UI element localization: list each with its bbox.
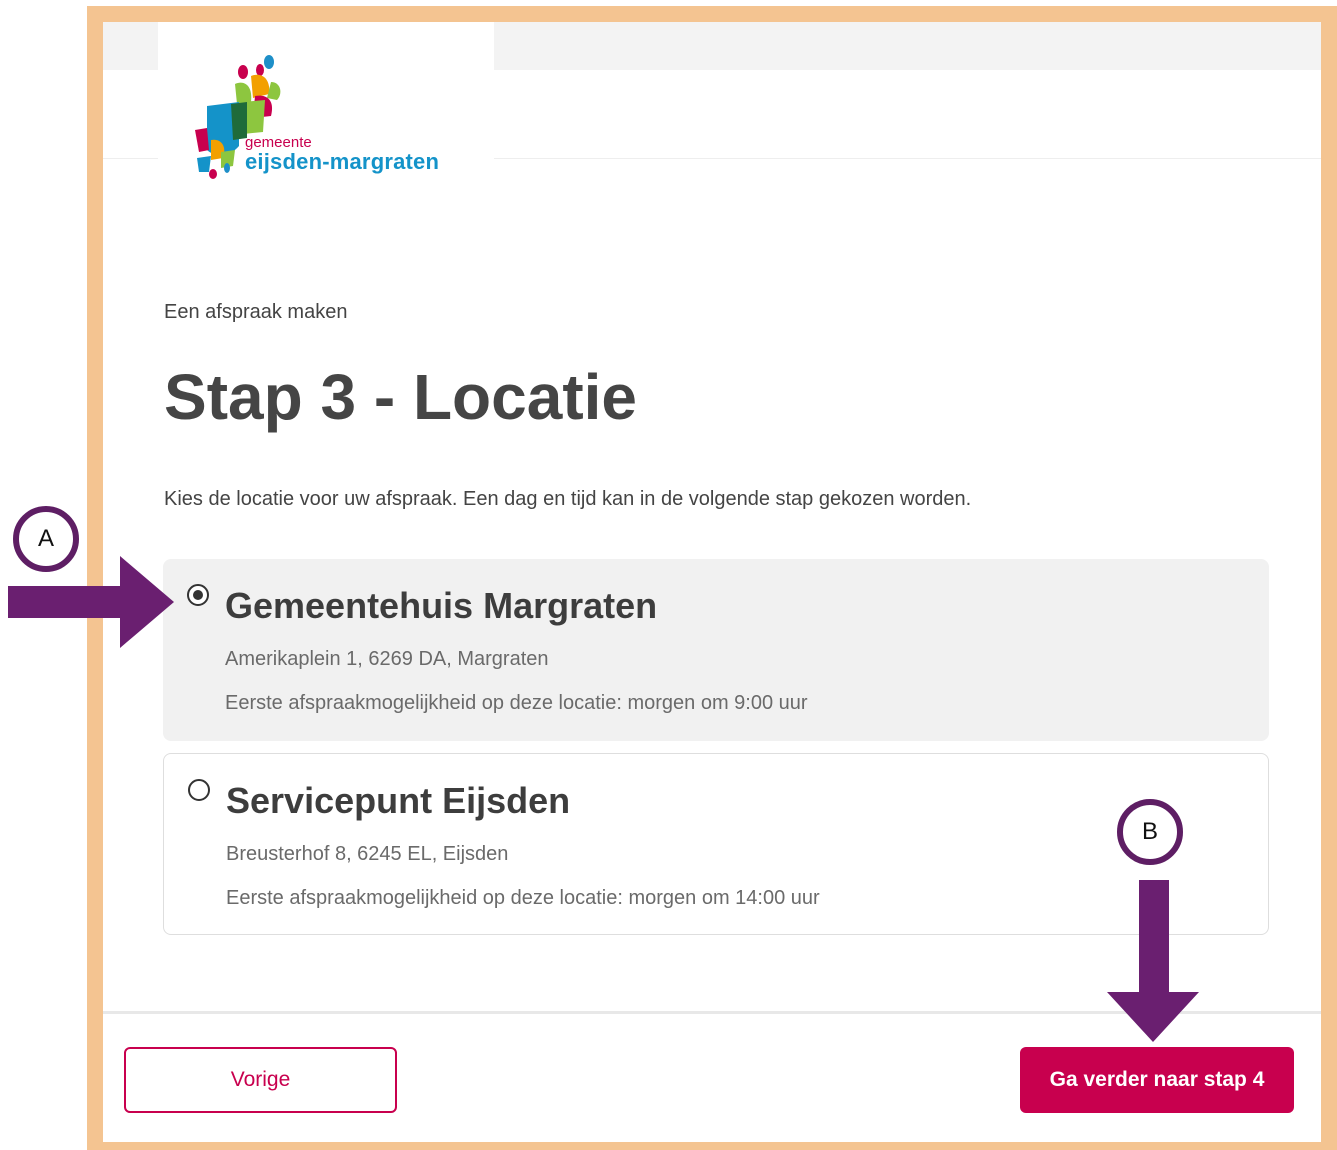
annotation-b-label: B [1141, 818, 1158, 845]
previous-button[interactable]: Vorige [124, 1047, 397, 1113]
arrow-down-icon [1107, 880, 1199, 1042]
radio-dot [193, 590, 203, 600]
location-address: Breusterhof 8, 6245 EL, Eijsden [226, 843, 509, 865]
location-name: Gemeentehuis Margraten [225, 585, 658, 626]
next-step-button[interactable]: Ga verder naar stap 4 [1020, 1047, 1294, 1113]
page-title: Stap 3 - Locatie [164, 361, 637, 433]
annotation-a-label: A [37, 525, 54, 552]
intro-text: Kies de locatie voor uw afspraak. Een da… [164, 488, 972, 510]
location-address: Amerikaplein 1, 6269 DA, Margraten [225, 648, 549, 670]
arrow-right-icon [8, 556, 174, 648]
annotation-b-circle: B [1117, 799, 1183, 865]
radio-button-selected[interactable] [187, 584, 209, 606]
radio-button[interactable] [188, 779, 210, 801]
location-option-margraten[interactable]: Gemeentehuis Margraten Amerikaplein 1, 6… [163, 559, 1269, 741]
breadcrumb: Een afspraak maken [164, 301, 348, 323]
logo-big-text: eijsden-margraten [245, 149, 440, 174]
location-name: Servicepunt Eijsden [226, 780, 571, 821]
location-option-eijsden[interactable]: Servicepunt Eijsden Breusterhof 8, 6245 … [163, 753, 1269, 935]
location-first-slot: Eerste afspraakmogelijkheid op deze loca… [226, 887, 820, 909]
location-first-slot: Eerste afspraakmogelijkheid op deze loca… [225, 692, 808, 714]
